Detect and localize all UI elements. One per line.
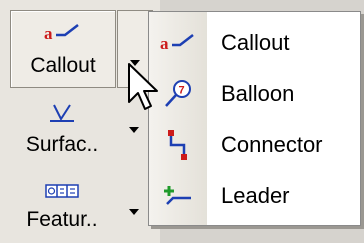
- callout-toolbar-button[interactable]: a Callout: [10, 10, 116, 88]
- annotation-toolbar: a Callout Surfac.. Featur..: [0, 0, 160, 243]
- callout-icon: a: [43, 23, 83, 49]
- menu-item-balloon[interactable]: 7 Balloon: [149, 68, 360, 119]
- surface-finish-icon: [48, 100, 76, 128]
- svg-text:7: 7: [179, 84, 185, 96]
- menu-item-leader[interactable]: Leader: [149, 170, 360, 221]
- mouse-pointer-icon: [128, 63, 158, 110]
- menu-item-label: Connector: [221, 131, 323, 157]
- menu-item-label: Leader: [221, 182, 290, 208]
- feature-control-toolbar-label: Featur..: [26, 208, 98, 231]
- surface-finish-toolbar-button[interactable]: Surfac..: [10, 96, 114, 166]
- svg-text:a: a: [44, 24, 53, 43]
- svg-text:a: a: [160, 34, 169, 53]
- menu-item-connector[interactable]: Connector: [149, 119, 360, 170]
- callout-toolbar-label: Callout: [30, 54, 96, 77]
- menu-item-label: Callout: [221, 29, 290, 55]
- surface-finish-toolbar-label: Surfac..: [25, 133, 99, 156]
- feature-control-toolbar-button[interactable]: Featur..: [10, 178, 114, 243]
- leader-icon: [149, 182, 207, 210]
- feature-control-dropdown-arrow[interactable]: [117, 200, 151, 224]
- callout-icon: a: [149, 32, 207, 54]
- chevron-down-icon: [129, 127, 139, 133]
- surface-finish-dropdown-arrow[interactable]: [117, 118, 151, 142]
- feature-control-icon: [45, 182, 79, 203]
- menu-item-label: Balloon: [221, 80, 295, 106]
- menu-item-callout[interactable]: a Callout: [149, 17, 360, 68]
- connector-icon: [149, 128, 207, 162]
- chevron-down-icon: [129, 209, 139, 215]
- callout-dropdown-menu: a Callout 7 Balloon Connector Leader: [148, 11, 361, 226]
